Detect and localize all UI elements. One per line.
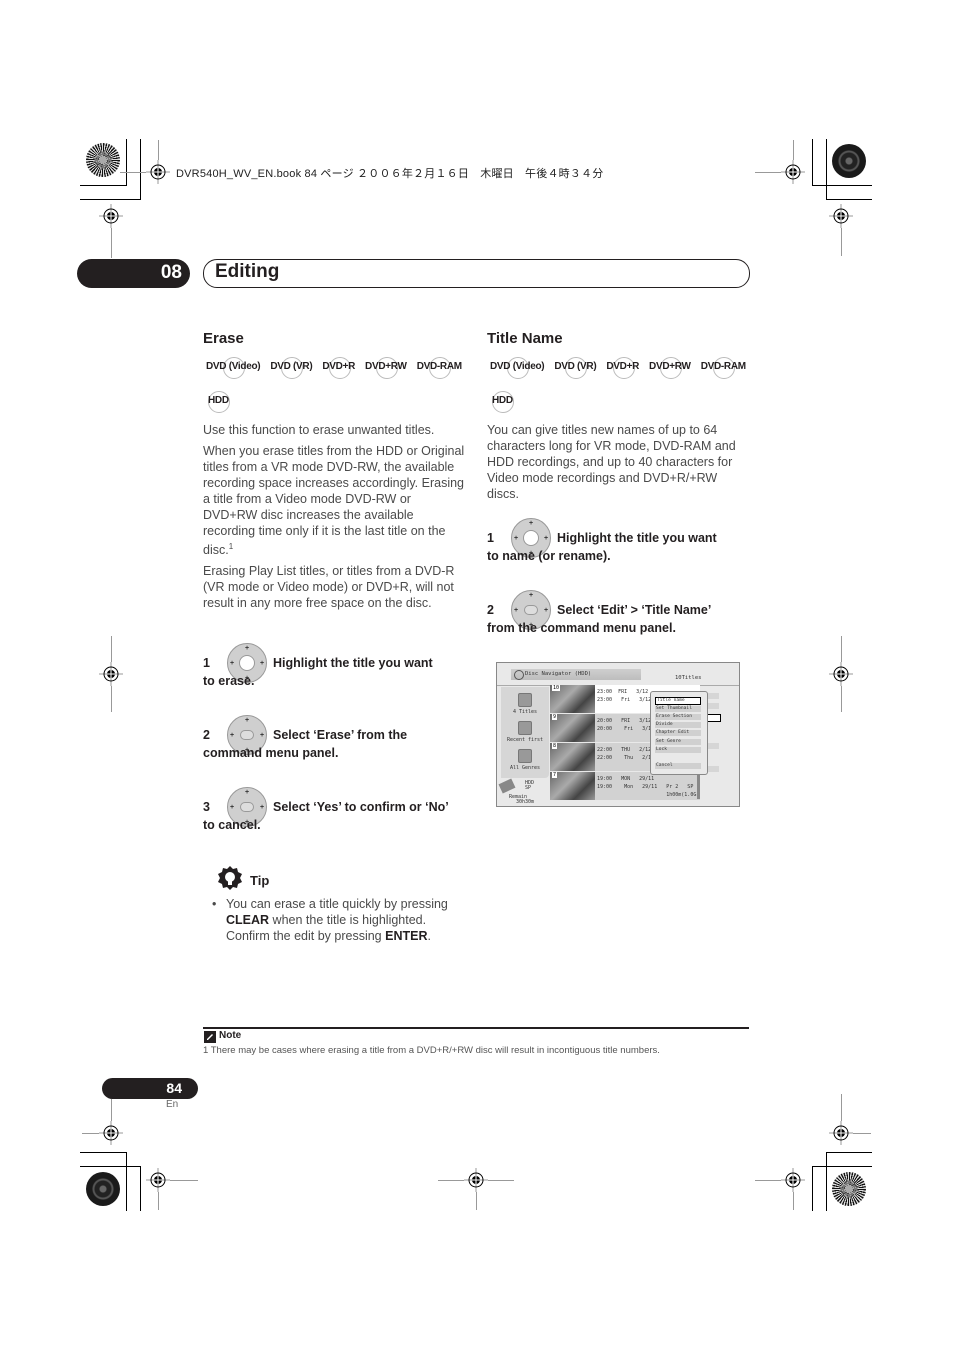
menu-item-lock[interactable]: Lock bbox=[655, 747, 701, 753]
sidebar: 4 Titles Recent first All Genres bbox=[501, 687, 549, 778]
registration-mark-icon bbox=[146, 160, 170, 184]
format-badge: HDD bbox=[208, 390, 231, 413]
registration-mark-icon bbox=[781, 160, 805, 184]
page-language: En bbox=[166, 1099, 179, 1110]
registration-mark-icon bbox=[781, 1168, 805, 1192]
chapter-title: Editing bbox=[215, 261, 280, 282]
hdd-icon bbox=[498, 778, 516, 794]
paragraph: When you erase titles from the HDD or Or… bbox=[203, 444, 465, 558]
note-divider bbox=[203, 1027, 749, 1029]
format-badge: DVD (Video) bbox=[206, 356, 261, 379]
scrollbar[interactable] bbox=[697, 775, 700, 799]
format-badge: DVD (Video) bbox=[490, 356, 545, 379]
key-clear: CLEAR bbox=[226, 913, 270, 927]
title-name-heading: Title Name bbox=[487, 330, 563, 347]
menu-item-chapter-edit[interactable]: Chapter Edit bbox=[655, 730, 701, 736]
title-count: 10Titles bbox=[675, 675, 702, 681]
registration-mark-icon bbox=[464, 1168, 488, 1192]
sort-icon bbox=[518, 721, 532, 735]
disc-navigator-screenshot: Disc Navigator (HDD) 10Titles 4 Titles R… bbox=[496, 662, 740, 807]
format-badge: DVD-RAM bbox=[416, 356, 462, 379]
footnote-text: 1 There may be cases where erasing a tit… bbox=[203, 1045, 660, 1056]
registration-mark-icon bbox=[99, 1121, 123, 1145]
hdd-label: HDD SP bbox=[525, 780, 535, 791]
menu-item-set-genre[interactable]: Set Genre bbox=[655, 739, 701, 745]
format-badge: DVD+R bbox=[606, 356, 640, 379]
erase-body: Use this function to erase unwanted titl… bbox=[203, 422, 465, 616]
note-label: Note bbox=[219, 1030, 242, 1041]
format-badge: DVD+R bbox=[322, 356, 356, 379]
menu-item-cancel[interactable]: Cancel bbox=[655, 763, 701, 769]
registration-mark-icon bbox=[829, 662, 853, 686]
title-name-format-badges-row2: HDD bbox=[491, 390, 515, 413]
print-header-meta: DVR540H_WV_EN.book 84 ページ ２００６年２月１６日 木曜日… bbox=[176, 168, 604, 180]
registration-mark-icon bbox=[829, 1121, 853, 1145]
registration-disc-icon bbox=[832, 1172, 866, 1206]
registration-disc-icon bbox=[832, 144, 866, 178]
paragraph: Use this function to erase unwanted titl… bbox=[203, 423, 435, 437]
menu-item-set-thumbnail[interactable]: Set Thumbnail bbox=[655, 706, 701, 712]
menu-item-erase-section[interactable]: Erase Section bbox=[655, 714, 701, 720]
registration-mark-icon bbox=[99, 662, 123, 686]
registration-mark-icon bbox=[829, 204, 853, 228]
format-badge: DVD-RAM bbox=[700, 356, 746, 379]
sidebar-item-sort[interactable]: Recent first bbox=[501, 721, 549, 743]
disc-icon bbox=[514, 670, 524, 680]
format-badge: DVD (VR) bbox=[554, 356, 597, 379]
registration-mark-icon bbox=[99, 204, 123, 228]
sidebar-item-genres[interactable]: All Genres bbox=[501, 749, 549, 771]
registration-disc-icon bbox=[86, 1172, 120, 1206]
sidebar-item-titles[interactable]: 4 Titles bbox=[501, 693, 549, 715]
genre-icon bbox=[518, 749, 532, 763]
pencil-note-icon bbox=[204, 1031, 216, 1043]
menu-item-title-name[interactable]: Title name bbox=[655, 697, 701, 705]
erase-heading: Erase bbox=[203, 330, 244, 347]
page-number: 84 bbox=[166, 1080, 182, 1096]
paragraph: You can give titles new names of up to 6… bbox=[487, 423, 736, 501]
remain-info: Remain 30h30m bbox=[509, 794, 535, 805]
screen-title: Disc Navigator (HDD) bbox=[511, 669, 641, 680]
lightbulb-icon bbox=[218, 866, 242, 890]
chapter-number: 08 bbox=[160, 262, 182, 283]
menu-item-divide[interactable]: Divide bbox=[655, 722, 701, 728]
erase-format-badges-row2: HDD bbox=[207, 390, 231, 413]
key-enter: ENTER bbox=[385, 929, 428, 943]
registration-disc-icon bbox=[86, 143, 120, 177]
tip-body: • You can erase a title quickly by press… bbox=[212, 897, 448, 943]
title-row[interactable]: 7 19:00 MON 29/11 19:00 Mon 29/11 Pr 2 SP… bbox=[550, 772, 700, 800]
list-icon bbox=[518, 693, 532, 707]
footnote-ref[interactable]: 1 bbox=[229, 542, 233, 551]
title-name-body: You can give titles new names of up to 6… bbox=[487, 422, 749, 507]
command-menu: Title name Set Thumbnail Erase Section D… bbox=[650, 691, 708, 775]
format-badge: DVD+RW bbox=[649, 356, 691, 379]
format-badge: DVD+RW bbox=[365, 356, 407, 379]
tip-label: Tip bbox=[250, 873, 270, 888]
paragraph: Erasing Play List titles, or titles from… bbox=[203, 564, 455, 611]
registration-mark-icon bbox=[146, 1168, 170, 1192]
format-badge: DVD (VR) bbox=[270, 356, 313, 379]
format-badge: HDD bbox=[492, 390, 515, 413]
page-number-badge: 84 bbox=[102, 1078, 198, 1099]
chapter-title-box: Editing bbox=[203, 259, 750, 288]
erase-format-badges: DVD (Video) DVD (VR) DVD+R DVD+RW DVD-RA… bbox=[205, 356, 463, 379]
chapter-number-badge: 08 bbox=[77, 259, 190, 288]
title-name-format-badges: DVD (Video) DVD (VR) DVD+R DVD+RW DVD-RA… bbox=[489, 356, 747, 379]
